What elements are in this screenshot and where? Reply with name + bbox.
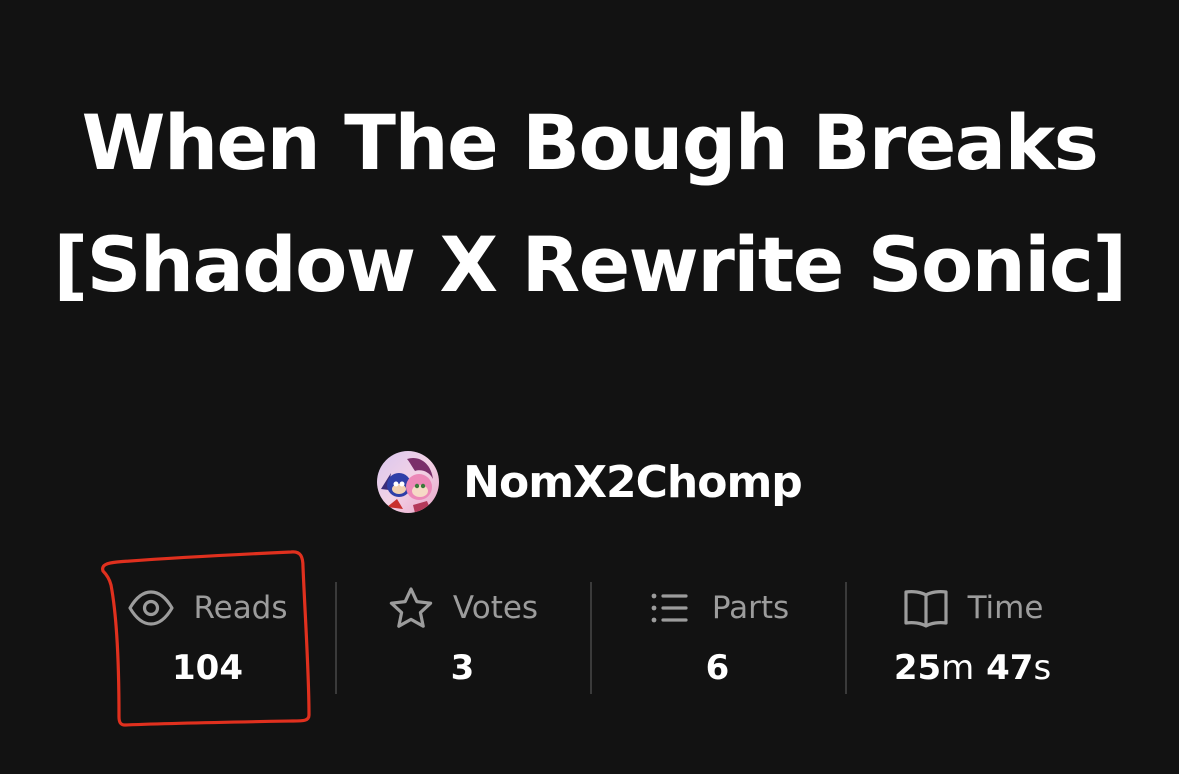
stat-votes: Votes 3	[335, 582, 590, 694]
author-link[interactable]: NomX2Chomp	[0, 446, 1179, 518]
stat-time: Time 25m 47s	[845, 582, 1100, 694]
stat-parts: Parts 6	[590, 582, 845, 694]
author-name[interactable]: NomX2Chomp	[463, 457, 803, 508]
star-icon	[387, 586, 435, 630]
stat-value: 6	[705, 648, 730, 688]
stat-value-time: 25m 47s	[845, 648, 1100, 688]
time-minutes: 25	[893, 648, 942, 688]
story-title: When The Bough Breaks [Shadow X Rewrite …	[53, 98, 1127, 309]
author-avatar[interactable]	[377, 451, 440, 513]
stat-value: 3	[450, 648, 475, 688]
story-stats: Reads 104 Votes 3 Parts 6 Time 25m 47s	[80, 582, 1100, 694]
book-icon	[902, 586, 950, 630]
stat-reads: Reads 104	[80, 582, 335, 694]
stat-label: Reads	[193, 590, 288, 626]
story-page: When The Bough Breaks [Shadow X Rewrite …	[0, 0, 1179, 774]
time-minutes-unit: m	[941, 648, 975, 688]
stat-value: 104	[172, 648, 243, 688]
list-icon	[646, 586, 694, 630]
time-seconds: 47	[986, 648, 1034, 688]
eye-icon	[127, 586, 175, 630]
stat-label: Votes	[452, 590, 539, 626]
time-seconds-unit: s	[1033, 648, 1052, 688]
stat-label: Parts	[711, 590, 790, 626]
stat-label: Time	[967, 590, 1044, 626]
